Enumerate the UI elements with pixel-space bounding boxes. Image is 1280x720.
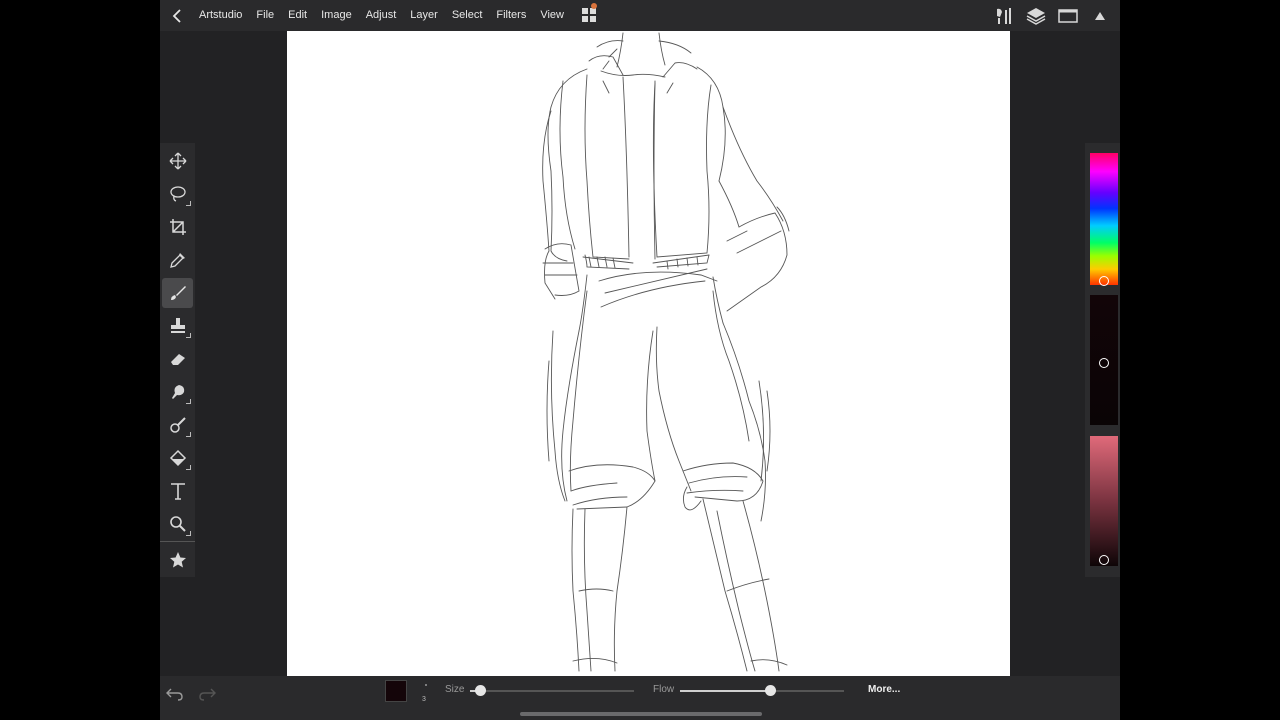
undo-button[interactable] xyxy=(163,682,187,706)
move-tool[interactable] xyxy=(162,146,193,176)
menu-adjust[interactable]: Adjust xyxy=(359,0,404,31)
dodge-tool[interactable] xyxy=(162,410,193,440)
brush-size-number: 3 xyxy=(422,696,426,703)
size-slider[interactable] xyxy=(470,685,634,696)
back-button[interactable] xyxy=(162,0,192,31)
lasso-tool[interactable] xyxy=(162,179,193,209)
text-tool[interactable] xyxy=(162,476,193,506)
magnifier-icon xyxy=(169,516,186,532)
menu-file[interactable]: File xyxy=(249,0,281,31)
eyedropper-icon xyxy=(169,253,185,268)
shade-knob[interactable] xyxy=(1099,358,1109,368)
eraser-icon xyxy=(170,354,185,365)
eraser-tool[interactable] xyxy=(162,344,193,374)
fill-tool[interactable] xyxy=(162,443,193,473)
dodge-icon xyxy=(169,417,186,433)
menu-bar: Artstudio File Edit Image Adjust Layer S… xyxy=(160,0,1120,31)
menu-view[interactable]: View xyxy=(533,0,571,31)
menu-select[interactable]: Select xyxy=(445,0,490,31)
current-color-swatch[interactable] xyxy=(385,680,407,702)
submenu-indicator xyxy=(186,531,191,536)
eyedropper-tool[interactable] xyxy=(162,245,193,275)
drawing-canvas[interactable] xyxy=(287,31,1010,676)
menu-filters[interactable]: Filters xyxy=(489,0,533,31)
flow-slider[interactable] xyxy=(680,685,844,696)
submenu-indicator xyxy=(186,465,191,470)
crop-icon xyxy=(169,219,186,235)
hue-slider[interactable] xyxy=(1090,153,1118,285)
app-name[interactable]: Artstudio xyxy=(192,0,249,31)
lasso-icon xyxy=(169,186,186,202)
collapse-button[interactable] xyxy=(1088,4,1112,28)
zoom-tool[interactable] xyxy=(162,509,193,539)
artstudio-app: Artstudio File Edit Image Adjust Layer S… xyxy=(160,0,1120,720)
bottom-bar: 3 Size Flow More... xyxy=(160,676,1120,720)
notification-dot xyxy=(591,3,597,9)
grid-icon xyxy=(581,8,596,22)
favorites-tool[interactable] xyxy=(162,545,193,575)
paint-bucket-icon xyxy=(169,449,186,467)
brush-settings-icon xyxy=(997,7,1011,24)
figure-sketch xyxy=(542,32,790,672)
submenu-indicator xyxy=(186,399,191,404)
size-label: Size xyxy=(445,684,465,695)
stamp-icon xyxy=(170,318,185,333)
tint-slider[interactable] xyxy=(1090,436,1118,566)
tools-panel xyxy=(160,143,195,577)
fullscreen-button[interactable] xyxy=(1056,4,1080,28)
menu-right-group xyxy=(992,0,1112,31)
move-arrows-icon xyxy=(169,152,186,170)
smudge-icon xyxy=(171,385,184,399)
size-slider-thumb[interactable] xyxy=(474,685,486,696)
menu-edit[interactable]: Edit xyxy=(281,0,314,31)
brush-icon xyxy=(170,286,186,300)
undo-icon xyxy=(166,688,183,701)
flow-slider-fill xyxy=(680,690,771,692)
smudge-tool[interactable] xyxy=(162,377,193,407)
redo-icon xyxy=(199,688,216,701)
brush-tool[interactable] xyxy=(162,278,193,308)
chevron-left-icon xyxy=(172,8,181,23)
stamp-tool[interactable] xyxy=(162,311,193,341)
layers-icon xyxy=(1026,7,1046,25)
tint-knob[interactable] xyxy=(1099,555,1109,565)
submenu-indicator xyxy=(186,201,191,206)
crop-tool[interactable] xyxy=(162,212,193,242)
layers-button[interactable] xyxy=(1024,4,1048,28)
apps-button[interactable] xyxy=(577,0,601,31)
redo-button[interactable] xyxy=(195,682,219,706)
menu-layer[interactable]: Layer xyxy=(403,0,445,31)
brush-preview xyxy=(425,684,427,686)
flow-label: Flow xyxy=(653,684,675,695)
brush-settings-button[interactable] xyxy=(992,4,1016,28)
submenu-indicator xyxy=(186,333,191,338)
flow-slider-thumb[interactable] xyxy=(765,685,777,696)
submenu-indicator xyxy=(186,432,191,437)
star-icon xyxy=(169,552,186,568)
color-panel xyxy=(1085,143,1120,577)
text-icon xyxy=(170,483,185,500)
window-icon xyxy=(1058,8,1078,23)
triangle-up-icon xyxy=(1095,11,1105,20)
more-button[interactable]: More... xyxy=(868,684,900,695)
home-indicator xyxy=(520,712,762,716)
menu-image[interactable]: Image xyxy=(314,0,359,31)
toolbar-divider xyxy=(160,541,195,542)
hue-knob[interactable] xyxy=(1099,276,1109,286)
